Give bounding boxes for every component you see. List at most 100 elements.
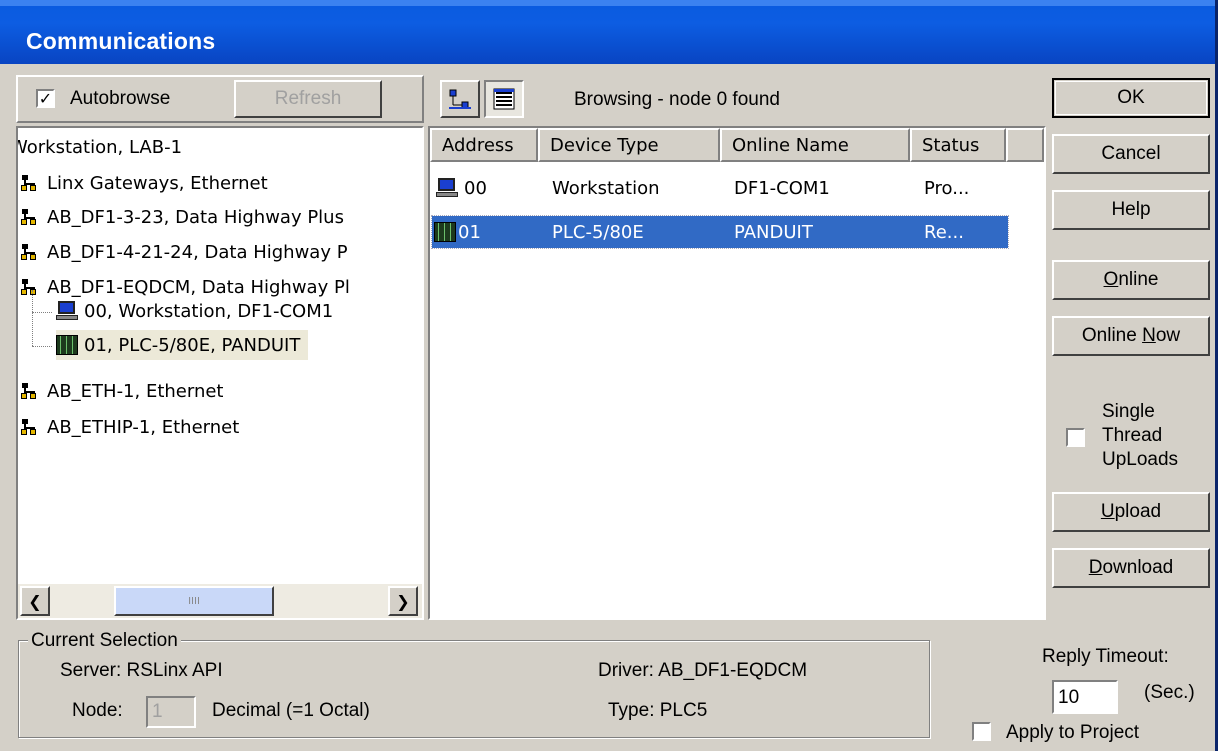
online-now-label-accel: N [1142, 325, 1156, 346]
address-value: 00 [464, 177, 487, 199]
decimal-text: Decimal (=1 Octal) [212, 700, 370, 721]
single-thread-line2: Thread [1102, 425, 1163, 446]
reply-timeout-unit: (Sec.) [1144, 682, 1195, 703]
column-header-online-name[interactable]: Online Name [720, 128, 910, 162]
column-header-address[interactable]: Address [430, 128, 538, 162]
network-icon [21, 279, 37, 295]
driver-text: Driver: AB_DF1-EQDCM [598, 660, 808, 681]
scroll-left-arrow-icon[interactable]: ❮ [20, 586, 50, 616]
table-row[interactable]: 00 Workstation DF1-COM1 Pro... [432, 172, 1008, 204]
tree-horizontal-scrollbar[interactable]: ❮ IIII ❯ [18, 584, 422, 618]
column-header-label: Status [922, 134, 980, 156]
tree-item-workstation-node[interactable]: 00, Workstation, DF1-COM1 [56, 296, 333, 326]
refresh-button[interactable]: Refresh [234, 80, 382, 118]
upload-label-accel: U [1100, 501, 1115, 522]
plc-icon [56, 335, 78, 355]
upload-button[interactable]: Upload [1052, 492, 1210, 532]
plc-icon [434, 222, 456, 242]
download-label-accel: D [1088, 557, 1103, 578]
tree-item-ab-ethip-1[interactable]: AB_ETHIP-1, Ethernet [21, 412, 239, 442]
table-row-selected[interactable]: 01 PLC-5/80E PANDUIT Re... [431, 215, 1009, 249]
workstation-icon [436, 178, 458, 198]
tree-item-label: 01, PLC-5/80E, PANDUIT [84, 334, 301, 356]
address-cell: 00 [436, 172, 487, 204]
ok-button[interactable]: OK [1052, 78, 1210, 118]
tree-item-label: AB_DF1-3-23, Data Highway Plus [47, 206, 344, 228]
online-now-label-pre: Online [1081, 325, 1143, 346]
download-label-post: ownload [1102, 557, 1174, 578]
help-button[interactable]: Help [1052, 190, 1210, 230]
apply-to-project-label: Apply to Project [1006, 722, 1140, 743]
browse-status-text: Browsing - node 0 found [574, 89, 780, 110]
online-name-cell: DF1-COM1 [734, 177, 830, 199]
network-icon [21, 175, 37, 191]
column-header-label: Address [442, 134, 514, 156]
tree-item-label: 00, Workstation, DF1-COM1 [84, 300, 334, 322]
node-input[interactable]: 1 [146, 696, 196, 728]
online-label-accel: O [1103, 269, 1119, 290]
tree-item-plc-node[interactable]: 01, PLC-5/80E, PANDUIT [56, 330, 309, 360]
device-type-cell: Workstation [552, 177, 660, 199]
network-icon [21, 383, 37, 399]
column-header-label: Online Name [732, 134, 849, 156]
network-icon [21, 419, 37, 435]
column-header-filler [1006, 128, 1044, 162]
column-header-status[interactable]: Status [910, 128, 1006, 162]
tree-item-label: AB_DF1-EQDCM, Data Highway Pl [47, 276, 350, 298]
tree-viewport: Workstation, LAB-1 Linx Gateways, Ethern… [18, 128, 422, 584]
autobrowse-panel: ✓ Autobrowse Refresh [16, 75, 424, 123]
single-thread-line3: UpLoads [1102, 449, 1179, 470]
node-label: Node: [72, 700, 123, 721]
single-thread-label: Single Thread UpLoads [1102, 400, 1178, 472]
cancel-button[interactable]: Cancel [1052, 134, 1210, 174]
scroll-thumb[interactable]: IIII [114, 586, 274, 616]
online-now-button[interactable]: Online Now [1052, 316, 1210, 356]
current-selection-legend: Current Selection [28, 630, 181, 652]
online-button[interactable]: Online [1052, 260, 1210, 300]
tree-view-button[interactable] [440, 80, 480, 118]
workstation-icon [56, 301, 78, 321]
tree-item-ab-eth-1[interactable]: AB_ETH-1, Ethernet [21, 376, 224, 406]
tree-connector [32, 312, 52, 313]
network-icon [21, 209, 37, 225]
tree-connector [32, 346, 52, 347]
tree-connector [32, 290, 33, 346]
device-type-cell: PLC-5/80E [552, 221, 644, 243]
download-button[interactable]: Download [1052, 548, 1210, 588]
column-header-device-type[interactable]: Device Type [538, 128, 720, 162]
online-label-post: nline [1118, 269, 1159, 290]
title-bar[interactable]: Communications [0, 0, 1215, 64]
tree-item-label: AB_ETHIP-1, Ethernet [47, 416, 240, 438]
online-now-label-post: ow [1155, 325, 1181, 346]
tree-root-label: Workstation, LAB-1 [18, 136, 183, 158]
list-view-button[interactable] [484, 80, 524, 118]
apply-to-project-checkbox[interactable] [972, 722, 991, 741]
window-title: Communications [26, 28, 216, 54]
tree-item-ab-df1-4-21-24[interactable]: AB_DF1-4-21-24, Data Highway P [21, 237, 348, 267]
address-value: 01 [458, 221, 481, 243]
reply-timeout-input[interactable]: 10 [1052, 680, 1118, 714]
status-cell: Re... [924, 221, 964, 243]
scroll-right-arrow-icon[interactable]: ❯ [388, 586, 418, 616]
online-name-cell: PANDUIT [734, 221, 813, 243]
address-cell: 01 [434, 216, 481, 248]
topology-tree[interactable]: Workstation, LAB-1 Linx Gateways, Ethern… [16, 126, 424, 620]
upload-label-post: pload [1114, 501, 1162, 522]
tree-item-label: AB_ETH-1, Ethernet [47, 380, 224, 402]
device-list[interactable]: Address Device Type Online Name Status 0… [428, 126, 1046, 620]
list-header: Address Device Type Online Name Status [430, 128, 1044, 164]
single-thread-checkbox[interactable] [1066, 428, 1085, 447]
tree-item-label: Linx Gateways, Ethernet [47, 172, 268, 194]
column-header-label: Device Type [550, 134, 659, 156]
reply-timeout-label: Reply Timeout: [1042, 646, 1169, 667]
network-icon [21, 244, 37, 260]
status-cell: Pro... [924, 177, 970, 199]
tree-root-workstation[interactable]: Workstation, LAB-1 [18, 132, 182, 162]
tree-item-ab-df1-3-23[interactable]: AB_DF1-3-23, Data Highway Plus [21, 202, 344, 232]
type-text: Type: PLC5 [608, 700, 708, 721]
autobrowse-checkbox[interactable]: ✓ [36, 89, 55, 108]
tree-item-linx-gateways[interactable]: Linx Gateways, Ethernet [21, 168, 268, 198]
autobrowse-label: Autobrowse [70, 88, 171, 109]
server-text: Server: RSLinx API [60, 660, 223, 681]
tree-view-icon [449, 89, 471, 109]
